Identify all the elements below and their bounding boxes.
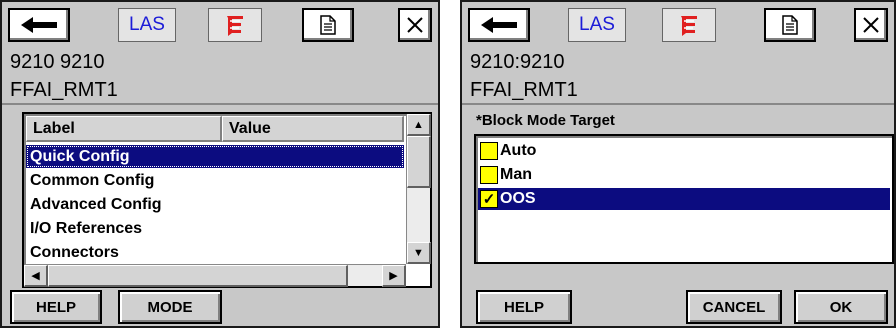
block-mode-target-label: *Block Mode Target: [476, 112, 615, 129]
checkbox-man[interactable]: [480, 166, 498, 184]
list-item-io-references[interactable]: I/O References: [26, 217, 404, 240]
horizontal-scrollbar[interactable]: ◀ ▶: [24, 264, 406, 287]
las-label: LAS: [129, 14, 165, 35]
left-arrow-icon: [21, 17, 57, 33]
mode-button[interactable]: MODE: [118, 290, 222, 324]
menu-listbox: Label Value Quick Config Common Config A…: [22, 112, 432, 288]
vertical-scroll-thumb[interactable]: [407, 136, 431, 188]
checkbox-auto[interactable]: [480, 142, 498, 160]
help-button[interactable]: HELP: [476, 290, 572, 324]
scroll-down-button[interactable]: ▼: [407, 242, 431, 264]
block-mode-options: Auto Man ✓ OOS: [474, 134, 894, 264]
option-label: OOS: [500, 190, 536, 207]
right-arrow-small-icon: ▶: [389, 270, 398, 282]
ok-button[interactable]: OK: [794, 290, 888, 324]
las-button[interactable]: LAS: [568, 8, 626, 42]
device-tag: FFAI_RMT1: [10, 79, 118, 101]
column-header-value[interactable]: Value: [222, 116, 404, 142]
back-button[interactable]: [468, 8, 530, 42]
down-arrow-icon: ▼: [413, 246, 424, 259]
option-man[interactable]: Man: [478, 164, 890, 186]
fieldbus-button[interactable]: [662, 8, 716, 42]
option-label: Auto: [500, 142, 537, 159]
left-arrow-icon: [481, 17, 517, 33]
cancel-button[interactable]: CANCEL: [686, 290, 782, 324]
vertical-scrollbar[interactable]: ▲ ▼: [406, 114, 431, 264]
list-item-common-config[interactable]: Common Config: [26, 169, 404, 192]
up-arrow-icon: ▲: [413, 118, 424, 131]
fieldbus-logo-icon: [227, 16, 243, 36]
device-tag: FFAI_RMT1: [470, 79, 578, 101]
scroll-left-button[interactable]: ◀: [24, 265, 48, 287]
toolbar: LAS: [8, 8, 432, 44]
divider: [2, 103, 438, 105]
las-button[interactable]: LAS: [118, 8, 176, 42]
divider: [462, 103, 894, 105]
list-item-advanced-config[interactable]: Advanced Config: [26, 193, 404, 216]
scroll-up-button[interactable]: ▲: [407, 114, 431, 136]
fieldbus-logo-icon: [681, 16, 697, 36]
document-button[interactable]: [764, 8, 816, 42]
fieldbus-button[interactable]: [208, 8, 262, 42]
horizontal-scroll-thumb[interactable]: [48, 265, 348, 287]
column-header-label[interactable]: Label: [26, 116, 222, 142]
close-icon: [407, 17, 423, 33]
device-id: 9210:9210: [470, 51, 565, 73]
option-auto[interactable]: Auto: [478, 140, 890, 162]
left-arrow-small-icon: ◀: [31, 270, 40, 282]
back-button[interactable]: [8, 8, 70, 42]
option-oos[interactable]: ✓ OOS: [478, 188, 890, 210]
block-mode-screen: LAS 9210:9210 FFAI_RMT1 *Block Mode Targ…: [460, 0, 896, 328]
checkmark-icon: ✓: [482, 190, 496, 208]
document-button[interactable]: [302, 8, 354, 42]
close-icon: [863, 17, 879, 33]
document-icon: [782, 15, 798, 35]
list-item-connectors[interactable]: Connectors: [26, 241, 404, 264]
las-label: LAS: [579, 14, 615, 35]
device-menu-screen: LAS 9210 9210 FFAI_RMT1 Label Value Quic…: [0, 0, 440, 328]
close-button[interactable]: [398, 8, 432, 42]
option-label: Man: [500, 166, 532, 183]
list-header: Label Value: [26, 116, 404, 142]
toolbar: LAS: [468, 8, 888, 44]
help-button[interactable]: HELP: [10, 290, 102, 324]
scroll-right-button[interactable]: ▶: [382, 265, 406, 287]
checkbox-oos[interactable]: ✓: [480, 190, 498, 208]
document-icon: [320, 15, 336, 35]
close-button[interactable]: [854, 8, 888, 42]
device-id: 9210 9210: [10, 51, 105, 73]
list-item-quick-config[interactable]: Quick Config: [26, 145, 404, 168]
